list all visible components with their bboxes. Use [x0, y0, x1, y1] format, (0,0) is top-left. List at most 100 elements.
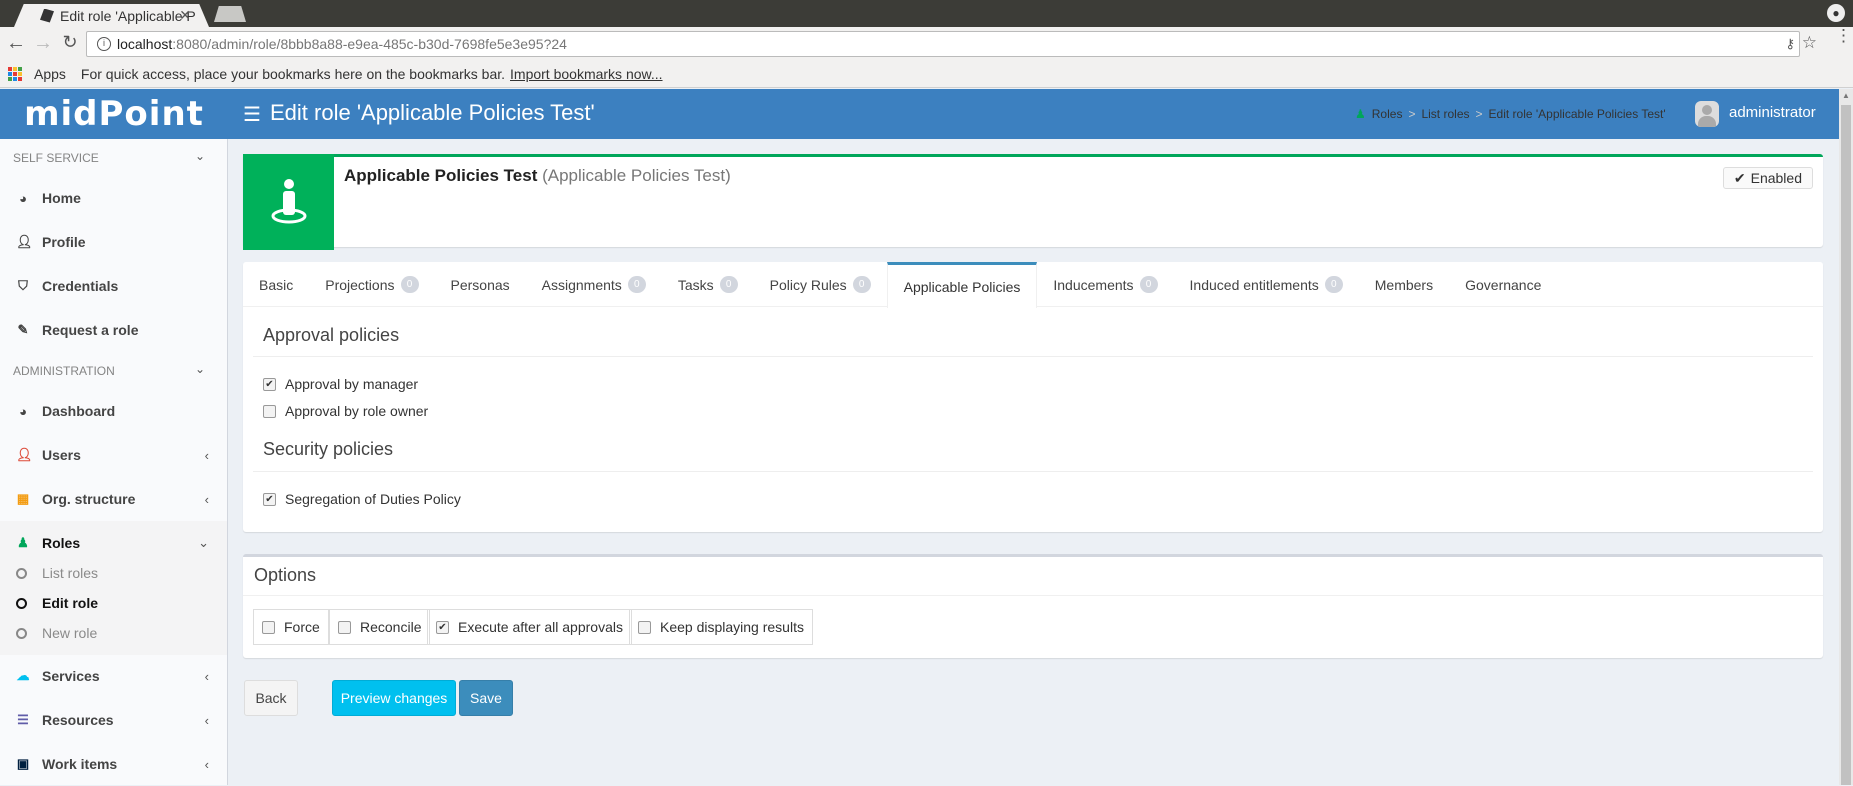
apps-icon[interactable]	[8, 67, 22, 81]
cloud-icon: ☁	[16, 668, 30, 683]
tab-label: Induced entitlements	[1189, 276, 1319, 293]
back-button[interactable]: Back	[244, 680, 298, 716]
tab-applicable-policies[interactable]: Applicable Policies	[886, 262, 1038, 308]
tab-label: Applicable Policies	[903, 278, 1021, 295]
role-summary-panel: Applicable Policies Test (Applicable Pol…	[243, 154, 1823, 250]
sidebar-item-resources[interactable]: ☰ Resources ‹	[0, 698, 227, 742]
tab-projections[interactable]: Projections 0	[309, 262, 434, 307]
sidebar-item-profile[interactable]: 👤︎ Profile	[0, 220, 227, 264]
roles-group: ♟ Roles ⌄ List roles Edit role New role	[0, 521, 227, 655]
tab-tasks[interactable]: Tasks 0	[662, 262, 754, 307]
database-icon: ☰	[17, 712, 29, 727]
save-button[interactable]: Save	[459, 680, 513, 716]
approval-by-role-owner-checkbox[interactable]: Approval by role owner	[263, 403, 428, 419]
checkbox-checked-icon[interactable]: ✔	[263, 377, 276, 391]
edit-icon: ✎	[17, 322, 29, 337]
role-icon: ♟	[17, 535, 29, 550]
user-menu[interactable]: administrator	[1729, 104, 1816, 121]
sidebar-item-label: Home	[42, 190, 81, 206]
preview-changes-button[interactable]: Preview changes	[332, 680, 456, 716]
force-option[interactable]: Force	[253, 609, 329, 645]
browser-tab[interactable]: Edit role 'Applicable Policies Test' ✕	[14, 4, 209, 27]
count-badge: 0	[400, 276, 419, 293]
browser-menu-icon[interactable]: ⋮	[1835, 27, 1852, 44]
approval-by-manager-checkbox[interactable]: ✔ Approval by manager	[263, 376, 418, 392]
reload-icon[interactable]: ↻	[59, 32, 81, 53]
scroll-up-icon[interactable]: ▲	[1842, 91, 1850, 100]
browser-profile-icon[interactable]: ●	[1827, 4, 1845, 22]
chevron-left-icon: ‹	[204, 756, 209, 772]
checkbox-unchecked-icon[interactable]	[638, 620, 651, 634]
tab-policy-rules[interactable]: Policy Rules 0	[754, 262, 887, 307]
sidebar-item-services[interactable]: ☁ Services ‹	[0, 654, 227, 698]
breadcrumb-list-roles[interactable]: List roles	[1421, 107, 1469, 121]
tab-basic[interactable]: Basic	[243, 262, 309, 307]
tab-personas[interactable]: Personas	[435, 262, 526, 307]
chevron-down-icon[interactable]: ⌄	[195, 149, 205, 163]
sidebar-item-dashboard[interactable]: ◕ Dashboard	[0, 389, 227, 433]
sidebar-subitem-new-role[interactable]: New role	[16, 625, 97, 641]
section-label: SELF SERVICE	[13, 151, 99, 165]
count-badge: 0	[1324, 276, 1343, 293]
bookmark-star-icon[interactable]: ☆	[1802, 33, 1817, 53]
checkbox-label: Segregation of Duties Policy	[285, 491, 461, 507]
sidebar-section-administration[interactable]: ADMINISTRATION ⌄	[13, 362, 213, 378]
chevron-left-icon: ‹	[204, 447, 209, 463]
scroll-thumb[interactable]	[1841, 105, 1851, 785]
forward-arrow-icon[interactable]: →	[32, 32, 54, 55]
options-title: Options	[254, 565, 317, 585]
sidebar-item-work-items[interactable]: ▣ Work items ‹	[0, 742, 227, 786]
sidebar-item-roles[interactable]: ♟ Roles ⌄	[0, 521, 227, 565]
tab-induced-entitlements[interactable]: Induced entitlements 0	[1174, 262, 1359, 307]
breadcrumb-roles[interactable]: Roles	[1372, 107, 1403, 121]
sidebar-subitem-edit-role[interactable]: Edit role	[16, 595, 98, 611]
sidebar-item-label: Org. structure	[42, 491, 136, 507]
sidebar-item-home[interactable]: ◕ Home	[0, 176, 227, 220]
count-badge: 0	[627, 276, 646, 293]
sidebar-item-users[interactable]: 👤︎ Users ‹	[0, 433, 227, 477]
import-bookmarks-link[interactable]: Import bookmarks now...	[510, 66, 663, 82]
tab-label: Inducements	[1053, 276, 1134, 293]
key-icon[interactable]: ⚷	[1785, 36, 1795, 52]
checkbox-unchecked-icon[interactable]	[338, 620, 351, 634]
sidebar-item-label: Profile	[42, 234, 86, 250]
execute-after-approvals-option[interactable]: ✔ Execute after all approvals	[427, 609, 632, 645]
hamburger-menu-icon[interactable]: ☰	[243, 102, 261, 127]
checkbox-checked-icon[interactable]: ✔	[436, 620, 449, 634]
circle-icon	[16, 567, 27, 579]
keep-displaying-results-option[interactable]: Keep displaying results	[629, 609, 813, 645]
segregation-of-duties-checkbox[interactable]: ✔ Segregation of Duties Policy	[263, 491, 461, 507]
role-display-name: (Applicable Policies Test)	[542, 166, 731, 185]
chevron-down-icon[interactable]: ⌄	[195, 362, 205, 376]
apps-link[interactable]: Apps	[34, 66, 66, 82]
sidebar-subitem-list-roles[interactable]: List roles	[16, 565, 98, 581]
sidebar-item-credentials[interactable]: ⛉ Credentials	[0, 264, 227, 308]
midpoint-logo[interactable]: midPoint	[0, 89, 228, 139]
info-icon[interactable]: i	[97, 37, 111, 51]
checkbox-label: Approval by manager	[285, 376, 419, 392]
tab-inducements[interactable]: Inducements 0	[1037, 262, 1173, 307]
checkbox-unchecked-icon[interactable]	[263, 404, 276, 418]
new-tab-button[interactable]	[214, 6, 246, 22]
chevron-down-icon: ⌄	[198, 535, 209, 550]
tab-governance[interactable]: Governance	[1449, 262, 1557, 307]
back-arrow-icon[interactable]: ←	[5, 32, 27, 55]
avatar[interactable]	[1695, 101, 1719, 127]
sidebar-section-self-service[interactable]: SELF SERVICE ⌄	[13, 149, 213, 165]
checkbox-checked-icon[interactable]: ✔	[263, 492, 276, 506]
security-policies-title: Security policies	[263, 439, 394, 459]
close-tab-icon[interactable]: ✕	[179, 7, 191, 24]
reconcile-option[interactable]: Reconcile	[329, 609, 431, 645]
page-scrollbar[interactable]: ▲	[1839, 89, 1853, 785]
sidebar-item-request-role[interactable]: ✎ Request a role	[0, 308, 227, 352]
tab-members[interactable]: Members	[1359, 262, 1449, 307]
app-header: midPoint ☰ Edit role 'Applicable Policie…	[0, 89, 1839, 139]
sidebar-item-org-structure[interactable]: ▦ Org. structure ‹	[0, 477, 227, 521]
tab-assignments[interactable]: Assignments 0	[526, 262, 662, 307]
bookmarks-bar: Apps For quick access, place your bookma…	[0, 61, 1853, 88]
status-badge: ✔ Enabled	[1722, 167, 1813, 189]
subitem-label: Edit role	[42, 595, 99, 611]
checkbox-unchecked-icon[interactable]	[262, 620, 275, 634]
url-input[interactable]: i localhost:8080/admin/role/8bbb8a88-e9e…	[86, 31, 1800, 57]
divider	[253, 471, 1813, 472]
